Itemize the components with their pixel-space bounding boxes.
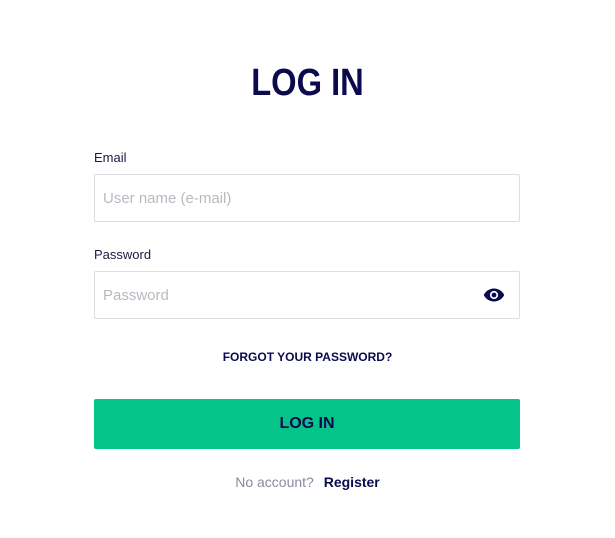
password-label: Password bbox=[94, 247, 152, 262]
register-link[interactable]: Register bbox=[324, 474, 380, 490]
forgot-password-link[interactable]: FORGOT YOUR PASSWORD? bbox=[0, 350, 615, 364]
password-input[interactable] bbox=[95, 272, 519, 318]
password-field-container bbox=[94, 271, 520, 319]
login-page: LOG IN Email Password FORGOT YOUR PASSWO… bbox=[0, 0, 615, 538]
no-account-text: No account? bbox=[235, 474, 314, 490]
register-prompt: No account? Register bbox=[0, 474, 615, 490]
login-button[interactable]: LOG IN bbox=[94, 399, 520, 449]
email-field-container bbox=[94, 174, 520, 222]
eye-icon[interactable] bbox=[483, 286, 505, 304]
email-input[interactable] bbox=[95, 175, 519, 221]
email-label: Email bbox=[94, 150, 127, 165]
page-title: LOG IN bbox=[251, 62, 364, 104]
